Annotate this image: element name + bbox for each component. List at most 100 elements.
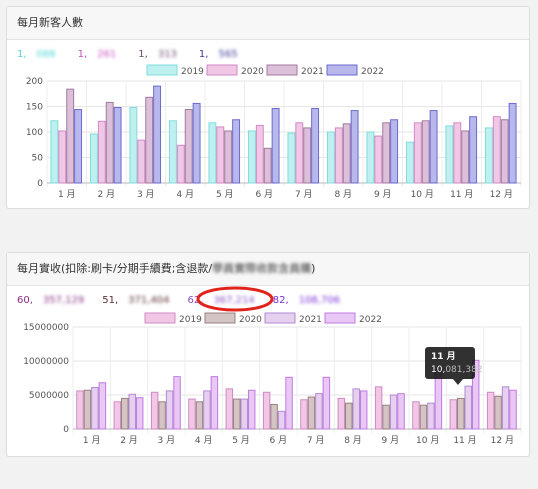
bar-2020-11 [453,122,462,184]
bar-2022-7 [322,376,331,430]
tooltip-title: 11 月 [431,351,456,362]
bar-2019-6 [262,391,271,430]
bar-2020-3 [158,401,166,430]
x-tick-label: 6 月 [255,189,273,200]
x-tick-label: 7 月 [307,435,325,446]
bar-2022-11 [469,116,478,184]
bar-2022-1 [74,109,83,184]
bar-2022-5 [232,119,241,184]
bar-2019-10 [405,141,414,184]
bar-2022-2 [113,107,122,184]
bar-2020-9 [382,404,390,430]
x-tick-label: 10 月 [411,189,434,200]
bar-2022-2 [135,397,144,430]
legend-swatch-2022 [324,312,356,324]
legend-swatch-2021 [266,64,298,76]
bar-2019-6 [247,130,256,184]
bar-2019-4 [188,398,196,430]
bar-2020-4 [195,401,204,430]
legend-label-2021: 2021 [301,67,324,77]
x-tick-label: 11 月 [450,189,473,200]
bar-2021-8 [342,123,351,184]
legend-swatch-2019 [146,64,178,76]
tooltip-value: 10,081,382 [431,365,483,375]
bar-2019-12 [486,391,495,430]
y-tick-label: 0 [63,425,69,435]
bar-2020-4 [176,144,185,184]
legend-label-2019: 2019 [179,315,202,325]
bar-2021-11 [461,130,470,184]
x-tick-label: 5 月 [232,435,250,446]
bar-2019-8 [337,397,346,430]
x-tick-label: 2 月 [120,435,138,446]
bar-2020-1 [83,389,92,430]
bar-2020-2 [121,397,129,430]
bar-2019-1 [50,120,59,184]
bar-2022-1 [98,382,107,430]
legend-label-2022: 2022 [361,67,384,77]
yearly-totals: 1, 088 1, 261 1, 313 1, 565 [17,49,260,60]
bar-2021-4 [184,109,193,184]
bar-2022-10 [429,110,438,184]
bar-2021-7 [315,393,323,430]
bar-2020-11 [457,397,465,430]
bar-2021-2 [105,101,114,184]
total-2022: 1, 565 [198,49,238,60]
revenue-panel: 每月實收(扣除:刷卡/分期手續費;含退款/學員實際收款含員購) 60, 357,1… [6,252,530,457]
panel-title: 每月實收(扣除:刷卡/分期手續費;含退款/學員實際收款含員購) [7,253,529,286]
bar-2020-1 [58,130,67,184]
legend-swatch-2021 [264,312,296,324]
bar-2022-8 [359,390,368,430]
bar-2022-4 [210,376,219,430]
bar-2020-6 [270,404,278,430]
legend-swatch-2020 [206,64,238,76]
bar-2021-6 [277,410,286,430]
new-customers-panel: 每月新客人數 1, 088 1, 261 1, 313 1, 565 2019 2020 2021… [6,6,530,209]
x-tick-label: 4 月 [176,189,194,200]
bar-2021-1 [66,88,75,184]
bar-2021-9 [389,394,398,430]
y-tick-label: 150 [26,103,43,113]
bar-2019-11 [449,399,458,430]
total-2020: 1, 261 [77,49,117,60]
y-tick-label: 50 [32,154,44,164]
bar-2019-2 [89,133,98,184]
legend-swatch-2020 [204,312,236,324]
bar-2020-9 [374,135,383,184]
bar-2022-5 [247,389,256,430]
panel-title: 每月新客人數 [7,7,529,40]
total-2020: 51, 371,404 [102,295,170,306]
new-customers-chart: 2019 2020 2021 2022 0 50 100 150 200 1 月 2 月 3 月 4 月… [26,64,522,200]
legend-label-2020: 2020 [241,67,264,77]
x-tick-label: 12 月 [490,189,513,200]
bar-2021-1 [91,387,99,430]
x-tick-label: 6 月 [270,435,288,446]
bar-2021-5 [240,398,248,430]
x-tick-label: 9 月 [374,189,392,200]
bar-2021-7 [303,127,312,184]
bar-2020-8 [345,402,353,430]
bar-2021-8 [352,388,360,430]
y-tick-label: 15000000 [23,323,69,333]
bar-2019-1 [76,390,84,430]
bar-2020-3 [137,139,146,184]
bar-2020-7 [307,396,316,430]
bar-2021-11 [464,385,472,430]
legend-swatch-2022 [326,64,358,76]
bar-2022-3 [173,376,181,430]
bar-2019-7 [287,132,296,184]
bar-2021-4 [203,390,211,430]
legend-swatch-2019 [144,312,176,324]
bar-2020-12 [494,395,502,430]
x-tick-label: 8 月 [334,189,352,200]
bar-2020-8 [334,127,343,184]
total-2021: 1, 313 [138,49,177,60]
bar-2022-6 [285,376,293,430]
bar-2022-9 [397,393,405,430]
bar-2019-3 [150,391,159,430]
bar-2021-10 [421,120,430,184]
bar-2020-7 [295,122,304,184]
x-tick-label: 3 月 [158,435,176,446]
bar-2019-11 [445,125,454,184]
total-2022: 82, 108,706 [272,295,341,306]
